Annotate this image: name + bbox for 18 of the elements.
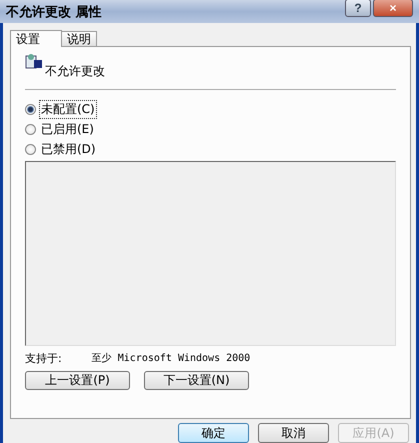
radio-label[interactable]: 已启用(E) xyxy=(39,120,96,138)
radio-label[interactable]: 已禁用(D) xyxy=(39,140,98,158)
nav-button[interactable]: 下一设置(N) xyxy=(144,371,249,390)
radio-button[interactable] xyxy=(25,124,36,134)
setting-name: 不允许更改 xyxy=(45,63,105,80)
dialog-button[interactable]: 取消 xyxy=(258,423,329,443)
nav-button[interactable]: 上一设置(P) xyxy=(25,371,130,390)
supported-label: 支持于: xyxy=(25,351,62,366)
help-button[interactable]: ? xyxy=(345,0,371,16)
radio-button[interactable] xyxy=(25,104,36,114)
window-title: 不允许更改 属性 xyxy=(6,4,102,20)
radio-label[interactable]: 未配置(C) xyxy=(39,100,97,118)
policy-icon xyxy=(25,53,43,69)
dialog-button[interactable]: 确定 xyxy=(178,423,249,443)
supported-value: 至少 Microsoft Windows 2000 xyxy=(92,352,250,366)
tab[interactable]: 说明 xyxy=(61,31,97,46)
radio-button[interactable] xyxy=(25,144,36,154)
tab[interactable]: 设置 xyxy=(10,30,62,47)
